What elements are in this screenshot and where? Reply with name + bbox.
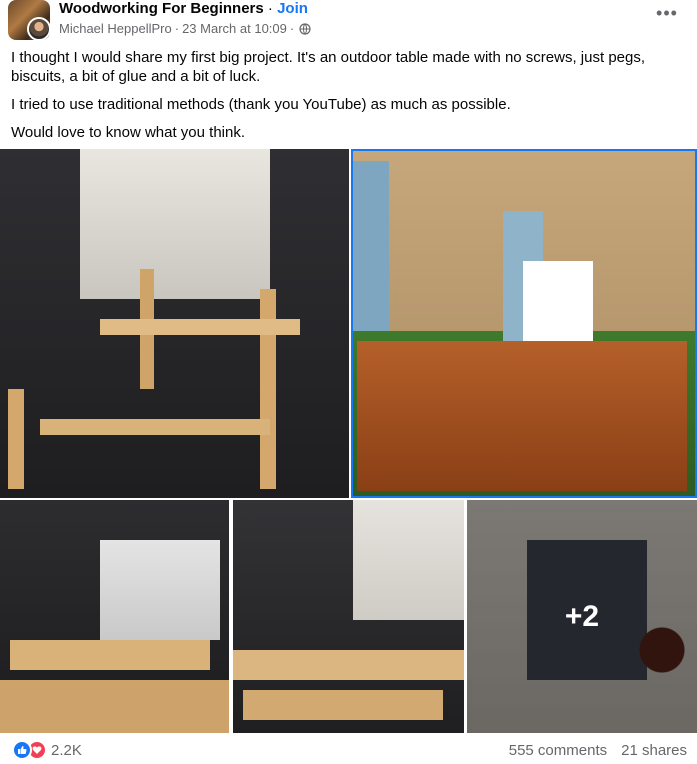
title-separator: · xyxy=(267,0,273,17)
photo-finished-table-garden[interactable] xyxy=(351,149,697,498)
shares-count-link[interactable]: 21 shares xyxy=(621,742,687,759)
photo-grid: +2 xyxy=(0,149,697,733)
meta-separator: · xyxy=(289,21,295,36)
reaction-count[interactable]: 2.2K xyxy=(51,742,82,759)
meta-separator: · xyxy=(174,21,180,36)
comments-count-link[interactable]: 555 comments xyxy=(509,742,607,759)
photo-hand-plane[interactable]: +2 xyxy=(467,500,697,733)
author-avatar[interactable] xyxy=(27,17,51,41)
post-footer: 2.2K 555 comments 21 shares xyxy=(0,736,697,764)
post-header: Woodworking For Beginners · Join Michael… xyxy=(0,0,697,42)
engagement-stats: 555 comments 21 shares xyxy=(509,742,687,759)
author-name-link[interactable]: Michael HeppellPro xyxy=(59,21,172,36)
post-timestamp-link[interactable]: 23 March at 10:09 xyxy=(182,21,287,36)
photo-tabletop-clamped[interactable] xyxy=(0,500,229,733)
post-paragraph: I thought I would share my first big pro… xyxy=(11,49,646,85)
like-icon xyxy=(12,740,32,760)
group-name-link[interactable]: Woodworking For Beginners xyxy=(59,0,264,17)
globe-icon[interactable] xyxy=(299,22,311,35)
join-button[interactable]: Join xyxy=(277,0,308,17)
photo-table-frame-garage[interactable] xyxy=(0,149,349,498)
photo-frame-assembly[interactable] xyxy=(233,500,464,733)
post-body: I thought I would share my first big pro… xyxy=(11,48,691,151)
reactions-summary[interactable]: 2.2K xyxy=(12,740,82,760)
post-meta: Michael HeppellPro · 23 March at 10:09 · xyxy=(59,21,311,36)
post-paragraph: Would love to know what you think. xyxy=(11,124,246,141)
group-title-line: Woodworking For Beginners · Join xyxy=(59,0,308,17)
post-paragraph: I tried to use traditional methods (than… xyxy=(11,96,511,113)
more-photos-count[interactable]: +2 xyxy=(467,500,697,733)
more-options-icon[interactable]: ••• xyxy=(653,2,681,30)
